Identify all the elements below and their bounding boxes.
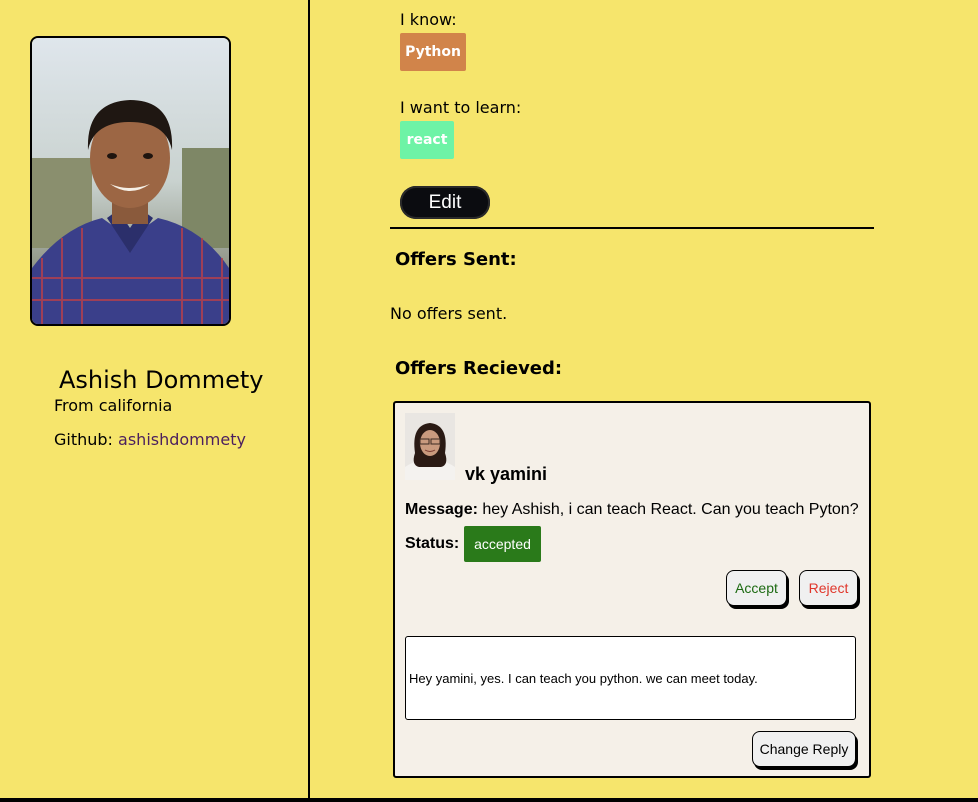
sender-avatar-image: [405, 413, 455, 480]
profile-location: From california: [54, 396, 173, 415]
offer-message: Message: hey Ashish, i can teach React. …: [405, 501, 859, 519]
know-skill-tag: Python: [400, 33, 466, 71]
profile-photo: [30, 36, 231, 326]
offers-sent-title: Offers Sent:: [395, 249, 517, 270]
status-label: Status:: [405, 535, 460, 552]
github-link[interactable]: ashishdommety: [118, 430, 246, 449]
offers-sent-empty: No offers sent.: [390, 304, 508, 323]
edit-button[interactable]: Edit: [400, 186, 490, 219]
reply-textarea[interactable]: Hey yamini, yes. I can teach you python.…: [405, 636, 856, 720]
learn-label: I want to learn:: [400, 98, 522, 117]
profile-page: Ashish Dommety From california Github: a…: [0, 0, 978, 802]
bottom-border: [0, 798, 978, 802]
know-label: I know:: [400, 10, 457, 29]
profile-photo-image: [32, 38, 229, 324]
learn-skill-tag: react: [400, 121, 454, 159]
vertical-divider: [308, 0, 310, 798]
sender-name: vk yamini: [465, 464, 548, 484]
change-reply-button[interactable]: Change Reply: [752, 731, 856, 767]
profile-name: Ashish Dommety: [59, 366, 264, 394]
github-label: Github:: [54, 430, 119, 449]
offers-received-title: Offers Recieved:: [395, 358, 563, 379]
offer-card: vk yamini Message: hey Ashish, i can tea…: [393, 401, 871, 778]
message-label: Message:: [405, 501, 478, 518]
accept-button[interactable]: Accept: [726, 570, 787, 606]
message-text: hey Ashish, i can teach React. Can you t…: [482, 501, 859, 518]
profile-sidebar: Ashish Dommety From california Github: a…: [0, 0, 308, 798]
sender-avatar: [405, 413, 455, 480]
horizontal-divider: [390, 227, 874, 229]
status-badge: accepted: [464, 526, 541, 562]
reject-button[interactable]: Reject: [799, 570, 858, 606]
github-row: Github: ashishdommety: [54, 430, 246, 449]
